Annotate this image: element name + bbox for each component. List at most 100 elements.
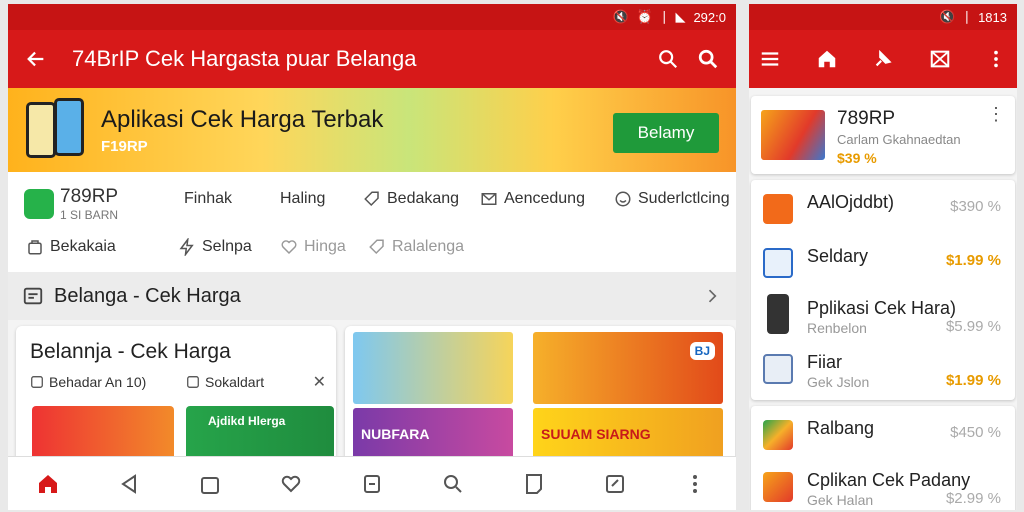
product-sub: Carlam Gkahnaedtan — [837, 132, 961, 147]
smile-icon — [615, 191, 631, 207]
promo-image[interactable] — [32, 406, 174, 462]
main-screen: 🔇 ⏰ ∣ ◣ 292:0 74BrIP Cek Hargasta puar B… — [8, 4, 736, 510]
product-thumbnail — [761, 110, 825, 160]
category-item[interactable]: Bedakang — [363, 190, 459, 208]
section-header[interactable]: Belanga - Cek Harga — [8, 272, 736, 320]
category-label: 789RP — [60, 186, 119, 207]
home-icon[interactable] — [816, 48, 838, 70]
more-vert-icon[interactable]: ⋮ — [987, 104, 1005, 125]
search-icon[interactable] — [441, 472, 465, 496]
category-item[interactable]: Selnpa — [178, 238, 252, 256]
promo-tile[interactable]: BJ — [533, 332, 723, 404]
category-grid: 789RP 1 SI BARN Finhak Haling Bedakang A… — [8, 172, 736, 272]
category-item[interactable]: Ralalenga — [368, 238, 464, 256]
category-item[interactable]: Haling — [280, 190, 325, 208]
menu-icon[interactable] — [759, 48, 781, 70]
category-label: Selnpa — [202, 238, 252, 255]
checkbox-icon — [187, 376, 199, 388]
app-list-2: Ralbang $450 % Cplikan Cek Padany Gek Ha… — [751, 406, 1015, 510]
list-item-name: Pplikasi Cek Hara) — [807, 298, 957, 318]
bag-icon[interactable] — [198, 472, 222, 496]
category-label: Hinga — [304, 238, 346, 255]
side-screen: 🔇 ∣ 1813 789RP Carlam Gkahnaedtan $39 % … — [749, 4, 1017, 510]
edit-box-icon[interactable] — [603, 472, 627, 496]
back-arrow-icon[interactable] — [16, 39, 56, 79]
app-logo-icon — [763, 420, 793, 450]
list-item-name: Cplikan Cek Padany — [807, 470, 971, 490]
list-item-sub: Gek Halan — [807, 492, 874, 508]
filter-chip[interactable]: Sokaldart — [186, 374, 264, 390]
list-item[interactable]: Fiiar Gek Jslon $1.99 % — [751, 342, 1015, 394]
status-bar: 🔇 ⏰ ∣ ◣ 292:0 — [8, 4, 736, 30]
wifi-icon: ∣ — [660, 9, 668, 24]
status-bar: 🔇 ∣ 1813 — [749, 4, 1017, 30]
promo-grid: BJ NUBFARA SUUAM SIARNG — [345, 326, 735, 466]
deal-card[interactable]: Belannja - Cek Harga Behadar An 10) Soka… — [16, 326, 336, 466]
close-icon[interactable]: ✕ — [313, 372, 326, 392]
home-icon[interactable] — [36, 472, 60, 496]
more-vert-icon[interactable] — [683, 472, 707, 496]
filter-chip[interactable]: Behadar An 10) — [30, 374, 146, 390]
category-label: Bedakang — [387, 190, 460, 207]
calculator-icon — [763, 354, 793, 384]
product-card[interactable]: 789RP Carlam Gkahnaedtan $39 % ⋮ — [751, 96, 1015, 174]
mute-icon: 🔇 — [939, 9, 956, 24]
app-logo-icon — [763, 472, 793, 502]
category-label: Bekakaia — [50, 238, 116, 255]
tag-outline-icon — [369, 239, 384, 255]
filter-chip-label: Behadar An 10) — [49, 374, 147, 390]
chevron-right-icon[interactable] — [702, 286, 722, 306]
promo-badge: BJ — [689, 342, 715, 360]
search-icon[interactable] — [648, 39, 688, 79]
promo-image[interactable]: Ajdikd Hlerga — [186, 406, 334, 462]
list-item-price: $1.99 % — [945, 252, 1001, 269]
promo-tile-label: NUBFARA — [361, 426, 430, 442]
filter-chip-label: Sokaldart — [205, 374, 265, 390]
category-item[interactable]: Suderlctlcing — [614, 190, 730, 208]
flash-icon — [179, 238, 194, 256]
heart-icon[interactable] — [279, 472, 303, 496]
banner-title: Aplikasi Cek Harga Terbak — [101, 106, 384, 133]
search-icon-2[interactable] — [688, 39, 728, 79]
category-item[interactable]: Finhak — [184, 190, 232, 208]
list-item-price: $1.99 % — [945, 372, 1001, 389]
list-item[interactable]: AAlOjddbt) $390 % — [751, 182, 1015, 234]
banner-subtitle: F19RP — [101, 138, 148, 155]
note-icon[interactable] — [522, 472, 546, 496]
product-name: 789RP — [837, 108, 896, 129]
phone-illustration — [26, 102, 56, 158]
more-vert-icon[interactable] — [985, 48, 1007, 70]
heart-app-icon — [763, 248, 793, 278]
category-label: Suderlctlcing — [638, 190, 730, 207]
category-label: Aencedung — [504, 190, 585, 207]
product-price: $39 % — [837, 150, 877, 166]
category-item[interactable]: Hinga — [280, 238, 346, 256]
list-item[interactable]: Ralbang $450 % — [751, 408, 1015, 460]
mail-icon — [481, 193, 497, 205]
category-item[interactable]: Bekakaia — [26, 238, 116, 256]
tag-icon — [364, 191, 379, 207]
mail-icon[interactable] — [929, 48, 951, 70]
promo-banner[interactable]: Aplikasi Cek Harga Terbak F19RP Belamy — [8, 88, 736, 172]
list-item[interactable]: Cplikan Cek Padany Gek Halan $2.99 % — [751, 460, 1015, 510]
list-item-sub: Gek Jslon — [807, 374, 870, 390]
list-item[interactable]: Seldary $1.99 % — [751, 236, 1015, 288]
category-item[interactable]: 789RP 1 SI BARN — [24, 186, 118, 222]
category-item[interactable]: Aencedung — [480, 190, 585, 208]
promo-image-label: Ajdikd Hlerga — [208, 414, 286, 428]
promo-tile[interactable] — [353, 332, 513, 404]
bag-icon — [28, 240, 42, 255]
play-icon — [763, 194, 793, 224]
promo-tile-label: SUUAM SIARNG — [541, 426, 651, 442]
back-icon[interactable] — [117, 472, 141, 496]
mute-icon: 🔇 — [612, 9, 629, 24]
store-icon — [23, 287, 43, 305]
pin-icon[interactable] — [872, 48, 894, 70]
category-label: Finhak — [184, 190, 233, 207]
status-time: 292:0 — [693, 9, 726, 25]
list-item-price: $2.99 % — [945, 490, 1001, 507]
list-item[interactable]: Pplikasi Cek Hara) Renbelon $5.99 % — [751, 288, 1015, 340]
minus-box-icon[interactable] — [360, 472, 384, 496]
banner-cta-button[interactable]: Belamy — [613, 113, 719, 153]
list-item-name: Seldary — [807, 246, 869, 266]
